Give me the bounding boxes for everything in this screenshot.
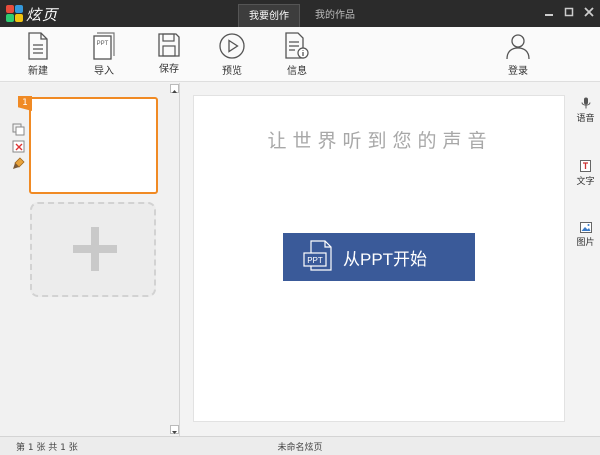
plus-icon-vertical <box>91 227 99 271</box>
tab-my-works[interactable]: 我的作品 <box>300 4 370 27</box>
image-label: 图片 <box>576 238 595 248</box>
import-button[interactable]: PPT 导入 <box>81 32 127 78</box>
tab-create[interactable]: 我要创作 <box>238 4 300 27</box>
start-from-ppt-button[interactable]: PPT 从PPT开始 <box>283 233 475 281</box>
title-bar: 炫页 我要创作 我的作品 <box>0 0 600 27</box>
clear-slide-button[interactable] <box>12 157 25 170</box>
slide-panel-scrollbar[interactable] <box>170 83 179 436</box>
import-ppt-icon: PPT <box>93 32 115 60</box>
copy-slide-button[interactable] <box>12 123 25 136</box>
slogan-text: 让世界听到您的声音 <box>267 130 493 152</box>
app-name: 炫页 <box>26 5 59 24</box>
start-from-ppt-label: 从PPT开始 <box>343 249 428 269</box>
save-button[interactable]: 保存 <box>146 32 192 78</box>
voice-button[interactable]: 语音 <box>571 97 600 124</box>
close-button[interactable] <box>582 5 596 19</box>
minimize-icon <box>545 14 553 16</box>
insert-panel: 语音 文字 图片 <box>571 83 600 436</box>
document-name: 未命名炫页 <box>277 443 323 453</box>
scroll-down-button[interactable] <box>170 425 179 434</box>
ppt-icon-text: PPT <box>307 256 323 265</box>
slide-number-badge: 1 <box>18 96 32 111</box>
scroll-up-button[interactable] <box>170 84 179 93</box>
slide-thumbnail[interactable] <box>29 97 158 194</box>
ppt-file-icon: PPT <box>303 240 332 271</box>
voice-label: 语音 <box>576 114 595 124</box>
app-logo: 炫页 <box>6 3 58 25</box>
minimize-button[interactable] <box>542 5 556 19</box>
preview-button[interactable]: 预览 <box>209 32 255 78</box>
microphone-icon <box>581 97 590 109</box>
info-label: 信息 <box>287 66 307 77</box>
text-label: 文字 <box>576 177 595 187</box>
slide-canvas[interactable]: 让世界听到您的声音 PPT 从PPT开始 <box>193 95 565 422</box>
status-bar: 第 1 张 共 1 张 未命名炫页 <box>0 436 600 455</box>
slide-panel: 1 <box>0 83 180 436</box>
text-button[interactable]: 文字 <box>571 160 600 187</box>
new-button[interactable]: 新建 <box>15 32 61 78</box>
image-icon <box>579 222 592 233</box>
maximize-button[interactable] <box>562 5 576 19</box>
new-document-icon <box>28 32 48 60</box>
login-button[interactable]: 登录 <box>495 32 541 78</box>
import-label: 导入 <box>94 66 114 77</box>
info-document-icon <box>285 32 309 59</box>
logo-icon <box>6 5 24 23</box>
new-label: 新建 <box>28 66 48 77</box>
editor-area: 让世界听到您的声音 PPT 从PPT开始 <box>181 83 571 436</box>
image-button[interactable]: 图片 <box>571 222 600 248</box>
info-button[interactable]: 信息 <box>274 32 320 78</box>
save-icon <box>158 33 180 57</box>
maximize-icon <box>564 7 574 17</box>
arrow-up-icon <box>172 90 177 93</box>
arrow-down-icon <box>172 431 177 434</box>
import-icon-text: PPT <box>97 41 109 47</box>
slide-tools <box>12 123 26 174</box>
toolbar: 新建 PPT 导入 保存 预览 信息 登录 <box>0 27 600 82</box>
brush-icon <box>13 157 25 169</box>
add-slide-button[interactable] <box>30 202 156 297</box>
window-controls <box>542 5 596 19</box>
main-tabs: 我要创作 我的作品 <box>238 4 370 27</box>
preview-label: 预览 <box>222 66 242 77</box>
copy-icon <box>12 123 25 136</box>
close-icon <box>584 7 594 17</box>
text-icon <box>580 160 591 172</box>
save-label: 保存 <box>159 64 179 75</box>
play-icon <box>219 33 245 59</box>
user-icon <box>506 34 530 60</box>
login-label: 登录 <box>508 66 528 77</box>
delete-slide-button[interactable] <box>12 140 25 153</box>
delete-icon <box>12 140 25 153</box>
